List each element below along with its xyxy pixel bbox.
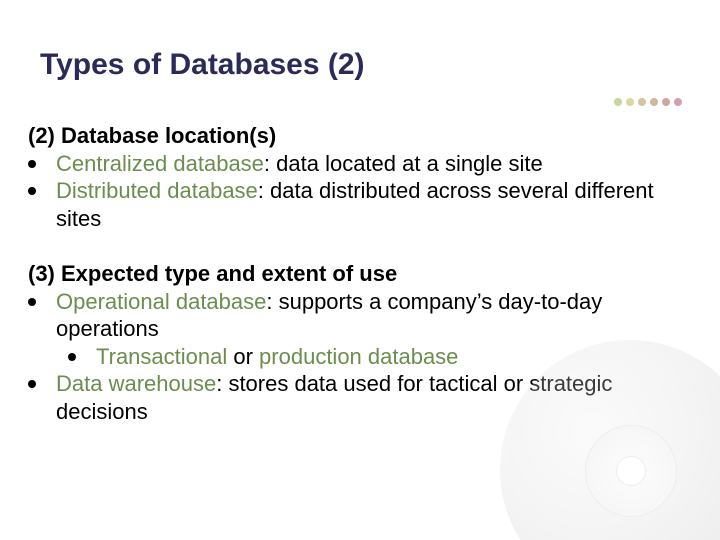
term: Centralized database — [56, 151, 264, 176]
bullet-icon — [28, 298, 36, 306]
spacer — [28, 232, 688, 260]
bullet-item: Distributed database: data distributed a… — [28, 177, 688, 232]
bullet-text: Distributed database: data distributed a… — [56, 177, 688, 232]
bullet-item: Centralized database: data located at a … — [28, 150, 688, 178]
term: Operational database — [56, 289, 266, 314]
section-heading: (3) Expected type and extent of use — [28, 260, 688, 288]
term: production database — [259, 344, 458, 369]
dot-icon — [626, 98, 634, 106]
dot-icon — [662, 98, 670, 106]
dot-icon — [650, 98, 658, 106]
bullet-text: Operational database: supports a company… — [56, 288, 688, 343]
definition: : data located at a single site — [264, 151, 543, 176]
slide-title: Types of Databases (2) — [40, 48, 365, 82]
accent-dots — [614, 98, 682, 106]
term: Distributed database — [56, 178, 258, 203]
bullet-text: Centralized database: data located at a … — [56, 150, 688, 178]
dot-icon — [638, 98, 646, 106]
cd-outer-icon — [500, 340, 720, 540]
bullet-item: Operational database: supports a company… — [28, 288, 688, 343]
cd-hole-icon — [616, 456, 646, 486]
text: or — [227, 344, 259, 369]
term: Transactional — [96, 344, 227, 369]
bullet-icon — [28, 187, 36, 195]
dot-icon — [674, 98, 682, 106]
bullet-icon — [28, 160, 36, 168]
term: Data warehouse — [56, 371, 216, 396]
cd-decoration — [500, 340, 720, 540]
bullet-icon — [28, 380, 36, 388]
bullet-icon — [68, 353, 76, 361]
section-heading: (2) Database location(s) — [28, 122, 688, 150]
dot-icon — [614, 98, 622, 106]
slide: Types of Databases (2) (2) Database loca… — [0, 0, 720, 540]
